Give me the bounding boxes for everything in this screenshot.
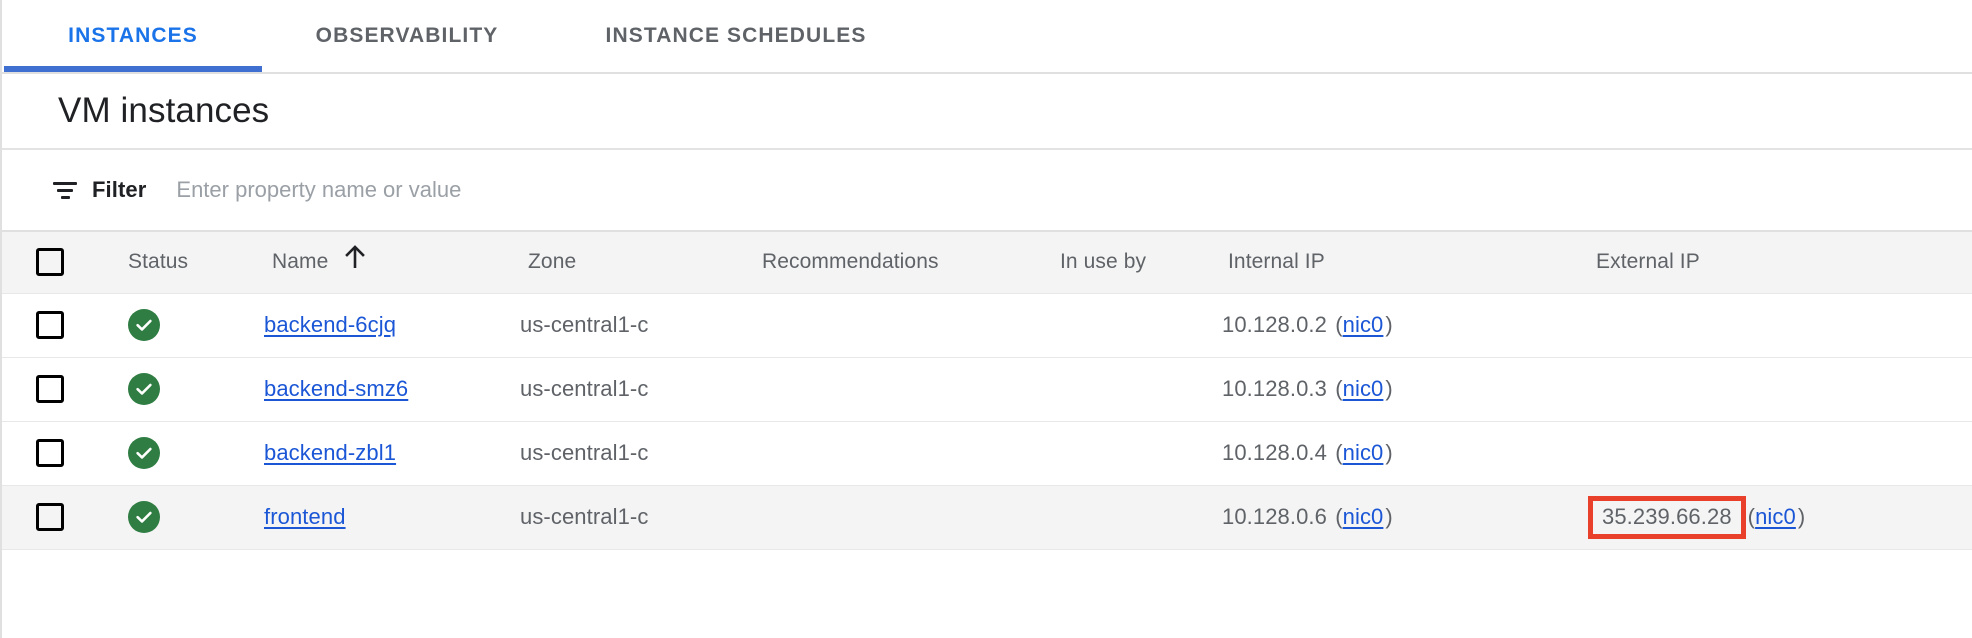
row-status-cell xyxy=(98,293,264,358)
column-header-name[interactable]: Name xyxy=(264,230,520,294)
check-circle-icon xyxy=(128,501,160,533)
column-header-internal-ip[interactable]: Internal IP xyxy=(1222,230,1562,294)
row-name-cell: backend-6cjq xyxy=(264,293,520,358)
select-all-header xyxy=(2,230,98,294)
row-external-ip-cell xyxy=(1562,293,1972,358)
filter-input[interactable] xyxy=(176,177,1077,203)
row-external-ip-cell xyxy=(1562,421,1972,486)
select-all-checkbox[interactable] xyxy=(36,248,64,277)
table-row[interactable]: backend-6cjq us-central1-c 10.128.0.2 (n… xyxy=(2,293,1972,358)
internal-nic-link[interactable]: nic0 xyxy=(1343,504,1384,529)
row-zone-cell: us-central1-c xyxy=(520,485,756,550)
filter-label: Filter xyxy=(92,177,147,202)
check-circle-icon xyxy=(128,437,160,469)
tab-bar: INSTANCES OBSERVABILITY INSTANCE SCHEDUL… xyxy=(2,0,1972,74)
column-header-recommendations-label: Recommendations xyxy=(762,250,939,274)
column-header-status[interactable]: Status xyxy=(98,230,264,294)
page-title-area: VM instances xyxy=(2,74,1972,148)
vm-instances-page: INSTANCES OBSERVABILITY INSTANCE SCHEDUL… xyxy=(0,0,1972,638)
internal-ip-value: 10.128.0.2 xyxy=(1222,312,1327,337)
internal-nic-link[interactable]: nic0 xyxy=(1343,440,1384,465)
row-status-cell xyxy=(98,485,264,550)
row-internal-ip-cell: 10.128.0.2 (nic0) xyxy=(1222,293,1562,358)
row-name-cell: frontend xyxy=(264,485,520,550)
row-recommendations-cell xyxy=(756,293,1054,358)
instance-name-link[interactable]: frontend xyxy=(264,504,346,529)
column-header-zone-label: Zone xyxy=(528,250,577,274)
row-external-ip-cell xyxy=(1562,357,1972,422)
row-recommendations-cell xyxy=(756,485,1054,550)
row-in-use-by-cell xyxy=(1054,485,1222,550)
column-header-status-label: Status xyxy=(128,250,189,274)
row-internal-ip-cell: 10.128.0.4 (nic0) xyxy=(1222,421,1562,486)
internal-nic-link[interactable]: nic0 xyxy=(1343,376,1384,401)
column-header-external-ip-label: External IP xyxy=(1596,250,1700,274)
filter-bar: Filter xyxy=(2,150,1972,230)
check-circle-icon xyxy=(128,309,160,341)
row-internal-ip-cell: 10.128.0.3 (nic0) xyxy=(1222,357,1562,422)
filter-list-icon[interactable] xyxy=(52,179,78,201)
row-zone-cell: us-central1-c xyxy=(520,357,756,422)
vm-instances-table: Status Name Zone Recommendations In use … xyxy=(2,230,1972,550)
row-recommendations-cell xyxy=(756,357,1054,422)
instance-name-link[interactable]: backend-6cjq xyxy=(264,312,396,337)
column-header-zone[interactable]: Zone xyxy=(520,230,756,294)
tab-instances-label: INSTANCES xyxy=(68,24,198,47)
row-select-cell xyxy=(2,293,98,358)
table-header: Status Name Zone Recommendations In use … xyxy=(2,230,1972,294)
external-ip-value: 35.239.66.28 xyxy=(1602,503,1732,529)
tab-observability-label: OBSERVABILITY xyxy=(315,24,499,47)
external-nic-link[interactable]: nic0 xyxy=(1755,504,1796,530)
column-header-in-use-by[interactable]: In use by xyxy=(1054,230,1222,294)
row-in-use-by-cell xyxy=(1054,293,1222,358)
table-header-row: Status Name Zone Recommendations In use … xyxy=(2,230,1972,294)
table-row[interactable]: backend-zbl1 us-central1-c 10.128.0.4 (n… xyxy=(2,421,1972,486)
row-select-cell xyxy=(2,485,98,550)
row-name-cell: backend-zbl1 xyxy=(264,421,520,486)
column-header-internal-ip-label: Internal IP xyxy=(1228,250,1325,274)
row-zone-cell: us-central1-c xyxy=(520,421,756,486)
instance-name-link[interactable]: backend-zbl1 xyxy=(264,440,396,465)
arrow-upward-icon xyxy=(344,244,366,276)
column-header-external-ip[interactable]: External IP xyxy=(1562,230,1972,294)
row-checkbox[interactable] xyxy=(36,311,64,339)
row-status-cell xyxy=(98,357,264,422)
column-header-name-label: Name xyxy=(272,250,329,274)
table-body: backend-6cjq us-central1-c 10.128.0.2 (n… xyxy=(2,293,1972,550)
row-status-cell xyxy=(98,421,264,486)
instance-name-link[interactable]: backend-smz6 xyxy=(264,376,408,401)
row-internal-ip-cell: 10.128.0.6 (nic0) xyxy=(1222,485,1562,550)
row-select-cell xyxy=(2,421,98,486)
row-in-use-by-cell xyxy=(1054,421,1222,486)
column-header-recommendations[interactable]: Recommendations xyxy=(756,230,1054,294)
internal-nic-link[interactable]: nic0 xyxy=(1343,312,1384,337)
tab-instance-schedules[interactable]: INSTANCE SCHEDULES xyxy=(552,0,920,72)
row-recommendations-cell xyxy=(756,421,1054,486)
tab-instance-schedules-label: INSTANCE SCHEDULES xyxy=(605,24,867,47)
table-row[interactable]: frontend us-central1-c 10.128.0.6 (nic0)… xyxy=(2,485,1972,550)
row-in-use-by-cell xyxy=(1054,357,1222,422)
row-checkbox[interactable] xyxy=(36,375,64,403)
row-external-ip-cell: 35.239.66.28 (nic0) xyxy=(1562,485,1972,550)
column-header-in-use-by-label: In use by xyxy=(1060,250,1147,274)
row-checkbox[interactable] xyxy=(36,439,64,467)
internal-ip-value: 10.128.0.6 xyxy=(1222,504,1327,529)
internal-ip-value: 10.128.0.4 xyxy=(1222,440,1327,465)
tab-observability[interactable]: OBSERVABILITY xyxy=(262,0,552,72)
check-circle-icon xyxy=(128,373,160,405)
row-name-cell: backend-smz6 xyxy=(264,357,520,422)
row-checkbox[interactable] xyxy=(36,503,64,531)
external-ip-highlight-annotation: 35.239.66.28 xyxy=(1588,495,1746,539)
table-row[interactable]: backend-smz6 us-central1-c 10.128.0.3 (n… xyxy=(2,357,1972,422)
internal-ip-value: 10.128.0.3 xyxy=(1222,376,1327,401)
tab-instances[interactable]: INSTANCES xyxy=(4,0,262,72)
row-zone-cell: us-central1-c xyxy=(520,293,756,358)
row-select-cell xyxy=(2,357,98,422)
page-title: VM instances xyxy=(58,91,270,130)
